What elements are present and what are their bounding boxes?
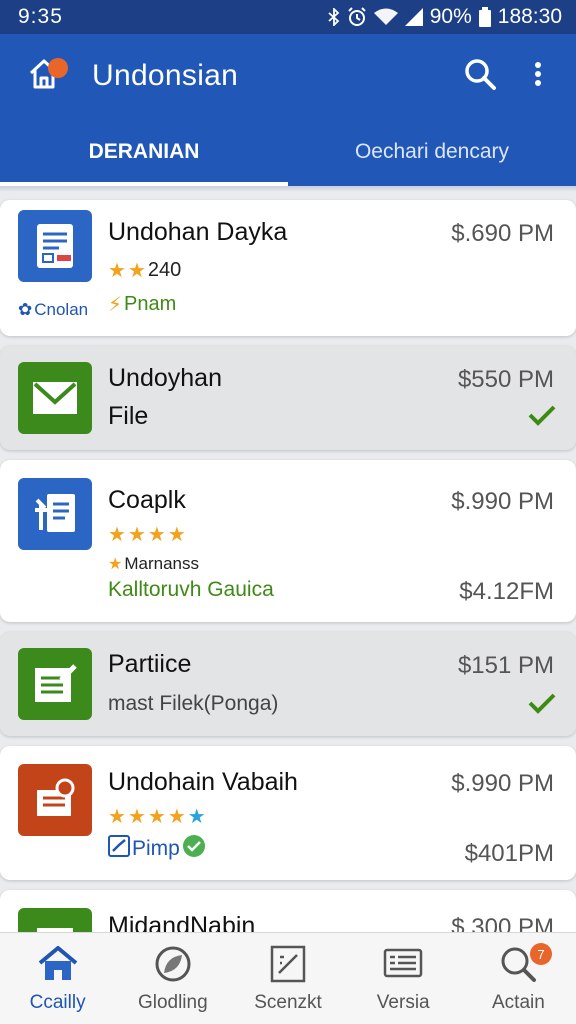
leaf-icon xyxy=(154,942,192,986)
star-icon: ★ xyxy=(108,556,123,573)
item-meta-right: Pnam xyxy=(124,293,177,315)
nav-glodling[interactable]: Glodling xyxy=(115,933,230,1024)
bolt-icon: ⚡ xyxy=(108,294,123,316)
notification-badge: 7 xyxy=(530,943,553,965)
list-item[interactable]: MidandNabin $.300 PM xyxy=(0,890,576,932)
item-title: Undohan Dayka xyxy=(108,218,288,246)
list-item[interactable]: Coaplk $.990 PM ★ ★ ★ ★ ★ Marnanss Kalltoru… xyxy=(0,460,576,622)
item-subtitle: File xyxy=(108,402,149,430)
tab-deranian[interactable]: DERANIAN xyxy=(0,118,288,186)
verified-icon xyxy=(182,834,206,864)
star-icon: ★ xyxy=(147,806,166,828)
star-icon: ★ xyxy=(187,806,206,828)
nav-actain[interactable]: 7 Actain xyxy=(461,933,576,1024)
check-icon xyxy=(528,692,556,719)
receipt-icon xyxy=(18,764,92,836)
item-price-secondary: $401PM xyxy=(464,840,554,867)
battery-icon xyxy=(478,7,491,27)
item-title: MidandNabin xyxy=(108,912,256,932)
wifi-icon xyxy=(373,8,398,26)
nav-versia[interactable]: Versia xyxy=(346,933,461,1024)
nav-scenzkt[interactable]: Scenzkt xyxy=(230,933,345,1024)
item-subtitle: mast Filek(Ponga) xyxy=(108,692,279,715)
battery-percent: 90% xyxy=(429,5,472,28)
nav-label: Glodling xyxy=(137,992,208,1013)
item-meta: Pimp xyxy=(132,837,180,860)
envelope-icon xyxy=(18,362,92,434)
tools-document-icon xyxy=(18,478,92,550)
star-icon: ★ xyxy=(127,260,146,282)
bluetooth-icon xyxy=(328,8,340,26)
item-price: $.300 PM xyxy=(451,914,554,932)
item-title: Coaplk xyxy=(108,486,186,514)
trending-icon xyxy=(108,835,130,863)
nav-label: Scenzkt xyxy=(254,992,322,1013)
document-icon xyxy=(18,210,92,282)
star-icon: ★ xyxy=(127,806,146,828)
star-icon: ★ xyxy=(167,806,186,828)
item-rating-count: 240 xyxy=(147,259,182,281)
nav-ccailly[interactable]: Ccailly xyxy=(0,933,115,1024)
signal-icon xyxy=(404,8,423,26)
star-icon: ★ xyxy=(167,524,186,546)
star-icon: ★ xyxy=(108,260,126,282)
home-icon xyxy=(38,942,78,986)
status-time: 9:35 xyxy=(18,5,63,28)
alarm-icon xyxy=(347,7,367,27)
item-price-secondary: $4.12FM xyxy=(459,578,554,605)
more-button[interactable] xyxy=(514,52,562,100)
nav-label: Actain xyxy=(492,992,545,1013)
item-meta: Kalltoruvh Gauica xyxy=(108,578,274,601)
item-list[interactable]: Undohan Dayka $.690 PM ★ ★ 240 ✿ Cnolan ⚡… xyxy=(0,192,576,932)
check-icon xyxy=(528,404,556,431)
item-price: $.990 PM xyxy=(451,488,554,515)
item-meta-left: Cnolan xyxy=(34,300,89,319)
status-clock: 188:30 xyxy=(497,5,562,28)
flower-icon: ✿ xyxy=(18,300,33,319)
item-tag: Marnanss xyxy=(124,554,199,573)
nav-label: Versia xyxy=(376,992,430,1013)
status-bar: 9:35 90% 188:30 xyxy=(0,0,576,34)
item-price: $.990 PM xyxy=(451,770,554,797)
search-button[interactable] xyxy=(456,52,504,100)
home-button[interactable] xyxy=(22,54,68,98)
nav-label: Ccailly xyxy=(29,992,86,1013)
keyboard-icon xyxy=(383,942,423,986)
list-icon xyxy=(18,908,92,932)
star-icon: ★ xyxy=(147,524,166,546)
star-icon: ★ xyxy=(108,524,126,546)
tab-oechari-dencary[interactable]: Oechari dencary xyxy=(288,118,576,186)
app-bar: Undonsian xyxy=(0,34,576,118)
item-price: $151 PM xyxy=(457,652,554,679)
home-badge xyxy=(48,58,68,78)
more-vert-icon xyxy=(534,61,542,92)
edit-note-icon xyxy=(18,648,92,720)
sketch-icon xyxy=(270,942,306,986)
item-rating: ★ ★ ★ ★ ★ xyxy=(108,804,206,829)
star-icon: ★ xyxy=(127,524,146,546)
list-item[interactable]: Partiice mast Filek(Ponga) $151 PM xyxy=(0,632,576,736)
tab-bar: DERANIAN Oechari dencary xyxy=(0,118,576,186)
list-item[interactable]: Undohain Vabaih $.990 PM ★ ★ ★ ★ ★ Pimp $401… xyxy=(0,746,576,880)
item-price: $.690 PM xyxy=(451,220,554,247)
item-title: Partiice xyxy=(108,650,192,678)
item-title: Undoyhan xyxy=(108,364,222,392)
item-rating: ★ ★ ★ ★ xyxy=(108,522,186,547)
list-item[interactable]: Undoyhan File $550 PM xyxy=(0,346,576,450)
app-title: Undonsian xyxy=(92,59,239,92)
search-icon xyxy=(463,57,497,96)
star-icon: ★ xyxy=(108,806,126,828)
list-item[interactable]: Undohan Dayka $.690 PM ★ ★ 240 ✿ Cnolan ⚡… xyxy=(0,200,576,336)
item-price: $550 PM xyxy=(457,366,554,393)
bottom-nav: Ccailly Glodling Scenzkt Versia 7 Actain xyxy=(0,932,576,1024)
item-title: Undohain Vabaih xyxy=(108,768,298,796)
